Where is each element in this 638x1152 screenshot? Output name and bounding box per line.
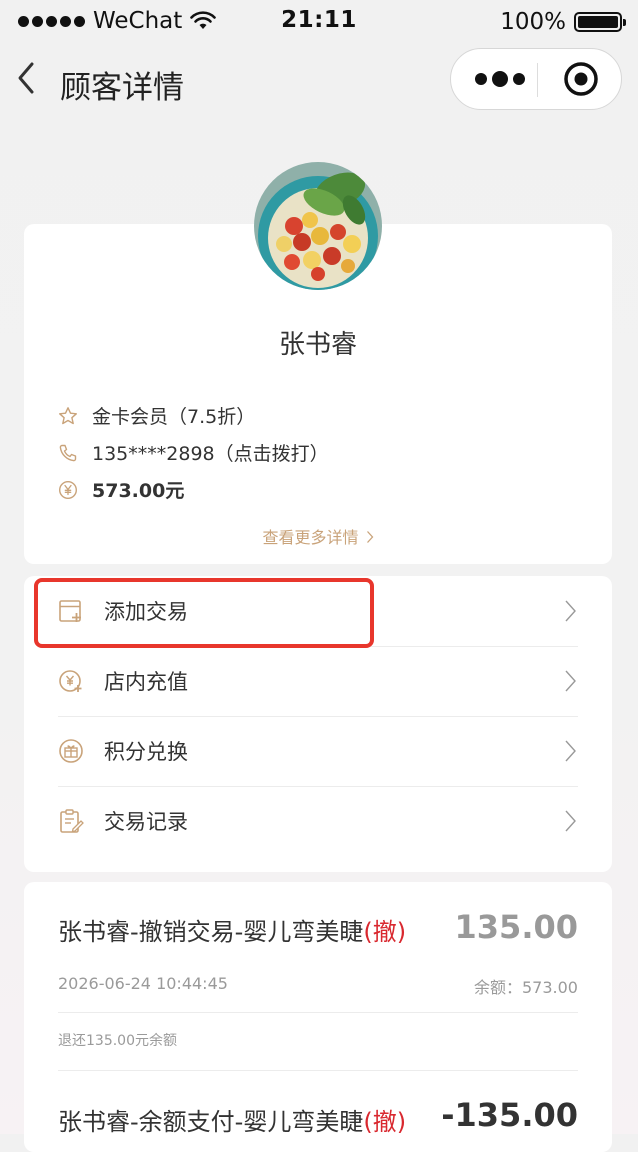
battery: 100% — [500, 9, 626, 35]
more-details-label: 查看更多详情 — [262, 528, 359, 547]
capsule-divider — [537, 63, 538, 97]
battery-icon — [574, 12, 626, 32]
clipboard-icon — [60, 809, 84, 833]
recharge-icon — [59, 670, 82, 692]
battery-percent: 100% — [500, 9, 566, 35]
menu-label: 积分兑换 — [104, 740, 188, 764]
membership-row: 金卡会员（7.5折） — [58, 402, 255, 429]
transaction-note: 退还135.00元余额 — [58, 1033, 177, 1049]
page-title: 顾客详情 — [60, 70, 184, 106]
chevron-right-icon — [565, 600, 576, 622]
phone-row[interactable]: 135****2898（点击拨打） — [58, 439, 329, 466]
membership-text: 金卡会员（7.5折） — [92, 406, 256, 428]
chevron-right-icon — [565, 810, 576, 832]
phone-icon — [59, 444, 77, 461]
avatar — [254, 162, 382, 290]
revoke-badge: (撤) — [363, 918, 407, 946]
divider — [58, 1012, 578, 1013]
transaction-amount: -135.00 — [441, 1096, 578, 1134]
transaction-title-text: 张书睿-余额支付-婴儿弯美睫 — [58, 1108, 364, 1136]
chevron-right-icon — [565, 740, 576, 762]
more-details-link[interactable]: 查看更多详情 — [24, 524, 612, 548]
transaction-date: 2026-06-24 10:44:45 — [58, 974, 228, 993]
transaction-list-card: 张书睿-撤销交易-婴儿弯美睫(撤) 135.00 2026-06-24 10:4… — [24, 882, 612, 1152]
balance-row: 573.00元 — [58, 476, 184, 503]
highlight-box — [34, 578, 374, 648]
chevron-right-icon — [565, 670, 576, 692]
menu-label: 店内充值 — [104, 670, 188, 694]
divider — [58, 1070, 578, 1071]
transaction-amount: 135.00 — [454, 908, 578, 946]
more-dots-icon[interactable] — [471, 64, 529, 94]
chevron-right-icon — [366, 531, 373, 543]
phone-text: 135****2898（点击拨打） — [92, 443, 329, 465]
transaction-title[interactable]: 张书睿-撤销交易-婴儿弯美睫(撤) — [58, 912, 406, 947]
transaction-balance: 余额：573.00 — [474, 978, 578, 997]
star-icon — [59, 406, 77, 424]
gift-icon — [59, 739, 83, 763]
balance-text: 573.00元 — [92, 480, 185, 502]
nav-bar: 顾客详情 — [0, 44, 638, 116]
menu-item-transaction-records[interactable]: 交易记录 — [58, 786, 578, 856]
transaction-title[interactable]: 张书睿-余额支付-婴儿弯美睫(撤) — [58, 1102, 406, 1137]
menu-item-points-redeem[interactable]: 积分兑换 — [58, 716, 578, 787]
customer-name: 张书睿 — [278, 330, 357, 360]
mini-program-capsule — [450, 48, 622, 110]
menu-label: 交易记录 — [104, 810, 188, 834]
menu-item-store-recharge[interactable]: 店内充值 — [58, 646, 578, 717]
revoke-badge: (撤) — [363, 1108, 407, 1136]
status-bar: WeChat 21:11 100% — [0, 0, 638, 44]
yen-coin-icon — [58, 480, 78, 499]
back-chevron-icon[interactable] — [10, 58, 46, 98]
transaction-title-text: 张书睿-撤销交易-婴儿弯美睫 — [58, 918, 364, 946]
target-close-icon[interactable] — [563, 61, 599, 97]
